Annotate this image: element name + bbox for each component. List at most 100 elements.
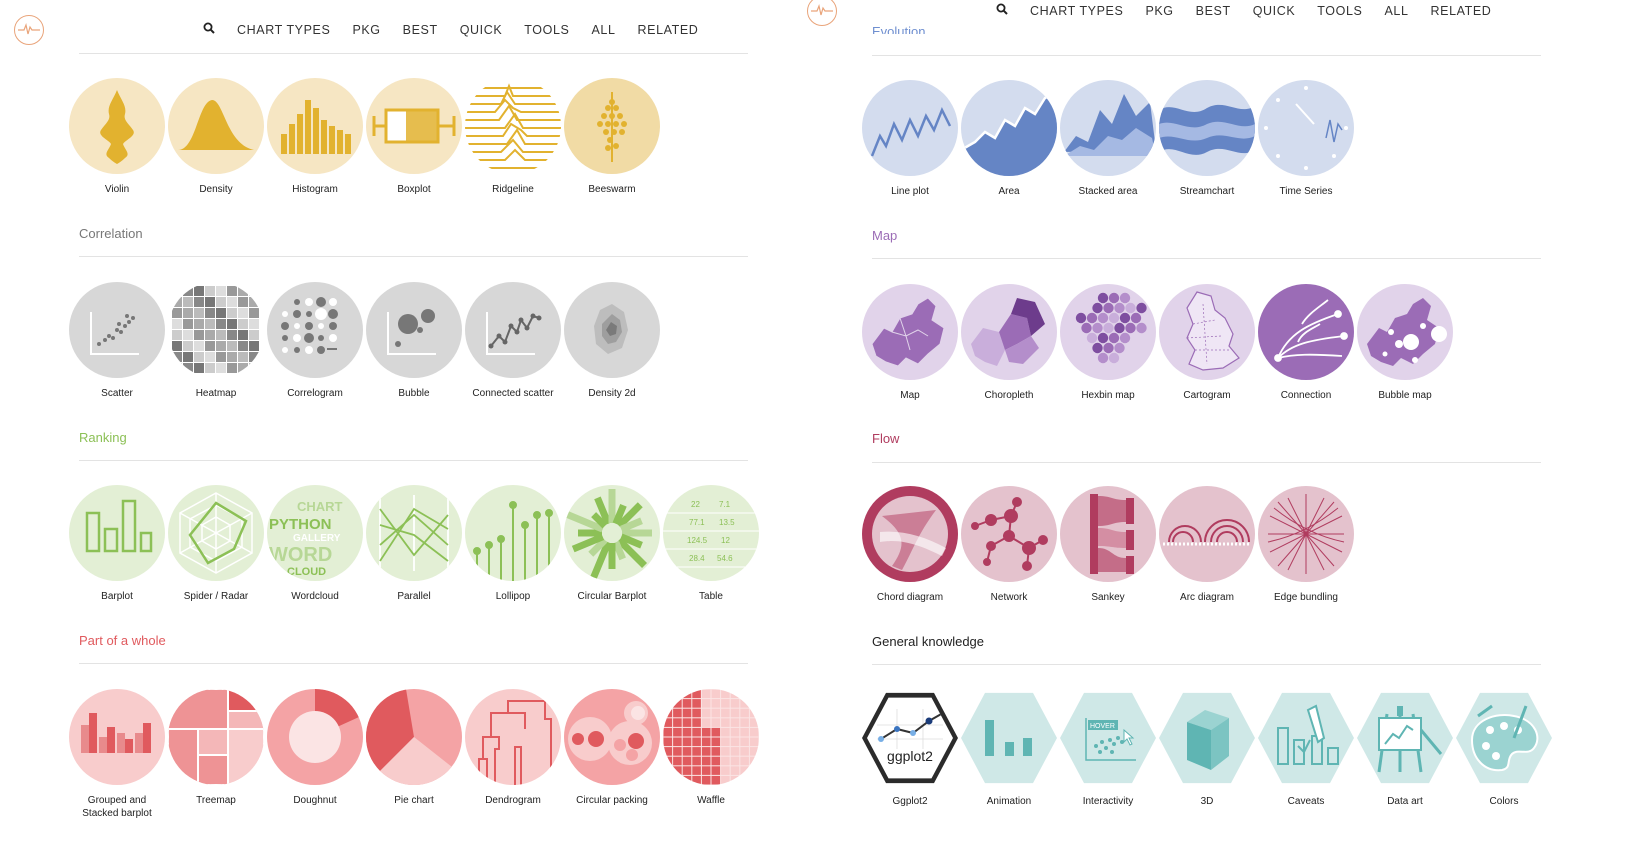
heatmap-cell <box>249 330 259 340</box>
chart-item-sankey[interactable]: Sankey <box>1058 486 1158 604</box>
nav-tools[interactable]: TOOLS <box>524 23 569 37</box>
area-icon <box>961 80 1057 176</box>
chart-item-waffle[interactable]: Waffle <box>661 689 761 807</box>
waffle-cell <box>673 689 682 699</box>
chart-item-bubble-map[interactable]: Bubble map <box>1355 284 1455 402</box>
chart-label: Histogram <box>292 184 338 195</box>
chart-item-stacked-area[interactable]: Stacked area <box>1058 80 1158 198</box>
chart-label: Ridgeline <box>492 184 534 195</box>
chart-item-pie-chart[interactable]: Pie chart <box>364 689 464 807</box>
chart-item-barplot[interactable]: Barplot <box>67 485 167 603</box>
chart-item-correlogram[interactable]: Correlogram <box>265 282 365 400</box>
hexbin-cell <box>1086 312 1098 324</box>
nav-all[interactable]: ALL <box>1384 4 1408 18</box>
chart-item-ggplot2[interactable]: ggplot2 Ggplot2 <box>860 690 960 808</box>
nav-tools[interactable]: TOOLS <box>1317 4 1362 18</box>
heatmap-cell <box>227 330 237 340</box>
chart-item-chord-diagram[interactable]: Chord diagram <box>860 486 960 604</box>
chart-item-density-2d[interactable]: Density 2d <box>562 282 662 400</box>
heatmap-cell <box>216 308 226 318</box>
chart-item-3d[interactable]: 3D <box>1157 690 1257 808</box>
chart-item-spider-radar[interactable]: Spider / Radar <box>166 485 266 603</box>
nav-best[interactable]: BEST <box>1196 4 1231 18</box>
chart-item-circular-packing[interactable]: Circular packing <box>562 689 662 807</box>
chart-item-boxplot[interactable]: Boxplot <box>364 78 464 196</box>
waffle-cell <box>721 708 730 718</box>
chart-item-line-plot[interactable]: Line plot <box>860 80 960 198</box>
nav-pkg[interactable]: PKG <box>1145 4 1173 18</box>
chart-item-ridgeline[interactable]: Ridgeline <box>463 78 563 196</box>
wordcloud-word: PYTHON <box>269 516 332 533</box>
hexbin-cell <box>1103 342 1114 354</box>
nav-quick[interactable]: QUICK <box>460 23 503 37</box>
search-icon[interactable] <box>996 3 1008 18</box>
interactivity-icon: HOVER <box>1060 692 1156 784</box>
waffle-cell <box>701 689 711 699</box>
chart-item-colors[interactable]: Colors <box>1454 690 1554 808</box>
chart-item-treemap[interactable]: Treemap <box>166 689 266 807</box>
chart-item-lollipop[interactable]: Lollipop <box>463 485 563 603</box>
chart-item-area[interactable]: Area <box>959 80 1059 198</box>
chart-item-histogram[interactable]: Histogram <box>265 78 365 196</box>
waffle-cell <box>692 766 701 775</box>
chart-item-scatter[interactable]: Scatter <box>67 282 167 400</box>
wordcloud-word: GALLERY <box>293 533 341 544</box>
chart-label: Cartogram <box>1183 390 1231 401</box>
chart-item-choropleth[interactable]: Choropleth <box>959 284 1059 402</box>
chart-item-animation[interactable]: Animation <box>959 690 1059 808</box>
chart-item-network[interactable]: Network <box>959 486 1059 604</box>
logo-right[interactable] <box>807 0 837 26</box>
chart-item-doughnut[interactable]: Doughnut <box>265 689 365 807</box>
chart-item-connection[interactable]: Connection <box>1256 284 1356 402</box>
nav-related[interactable]: RELATED <box>1431 4 1492 18</box>
chart-label: Waffle <box>697 795 725 806</box>
chart-item-arc-diagram[interactable]: Arc diagram <box>1157 486 1257 604</box>
heatmap-cell <box>183 341 193 351</box>
waffle-cell <box>692 727 701 737</box>
nav-related[interactable]: RELATED <box>638 23 699 37</box>
nav-chart-types[interactable]: CHART TYPES <box>237 23 330 37</box>
chart-item-beeswarm[interactable]: Beeswarm <box>562 78 662 196</box>
chart-item-interactivity[interactable]: HOVER Interactivity <box>1058 690 1158 808</box>
chart-item-violin[interactable]: Violin <box>67 78 167 196</box>
table-cell: 22 <box>691 500 700 509</box>
waffle-cell <box>749 699 759 708</box>
heatmap-cell <box>194 319 204 329</box>
search-icon[interactable] <box>203 22 215 37</box>
heatmap-cell <box>205 352 215 362</box>
chart-item-dendrogram[interactable]: Dendrogram <box>463 689 563 807</box>
chart-item-parallel[interactable]: Parallel <box>364 485 464 603</box>
nav-all[interactable]: ALL <box>591 23 615 37</box>
chart-item-wordcloud[interactable]: CHART PYTHON GALLERY WORD CLOUD Wordclou… <box>265 485 365 603</box>
nav-best[interactable]: BEST <box>403 23 438 37</box>
waffle-cell <box>663 689 673 699</box>
chart-item-table[interactable]: 22 7.1 77.1 13.5 124.5 12 28.4 54.6 Tabl… <box>661 485 761 603</box>
chart-item-cartogram[interactable]: Cartogram <box>1157 284 1257 402</box>
chart-item-heatmap[interactable]: Heatmap <box>166 282 266 400</box>
chart-label: Grouped and Stacked barplot <box>82 795 152 819</box>
waffle-cell <box>721 699 730 708</box>
chart-item-caveats[interactable]: Caveats <box>1256 690 1356 808</box>
heatmap-cell <box>194 352 204 362</box>
chart-item-map[interactable]: Map <box>860 284 960 402</box>
chart-item-streamchart[interactable]: Streamchart <box>1157 80 1257 198</box>
nav-chart-types[interactable]: CHART TYPES <box>1030 4 1123 18</box>
chart-item-data-art[interactable]: Data art <box>1355 690 1455 808</box>
chart-item-grouped-stacked-barplot[interactable]: Grouped and Stacked barplot <box>67 689 167 820</box>
chart-item-edge-bundling[interactable]: Edge bundling <box>1256 486 1356 604</box>
hexbin-cell <box>1108 332 1120 344</box>
chart-item-circular-barplot[interactable]: Circular Barplot <box>562 485 662 603</box>
chart-item-time-series[interactable]: Time Series <box>1256 80 1356 198</box>
waffle-cell <box>663 766 673 775</box>
parallel-icon <box>366 485 462 581</box>
chart-item-bubble[interactable]: Bubble <box>364 282 464 400</box>
chart-item-connected-scatter[interactable]: Connected scatter <box>463 282 563 400</box>
chart-item-hexbin-map[interactable]: Hexbin map <box>1058 284 1158 402</box>
nav-quick[interactable]: QUICK <box>1253 4 1296 18</box>
correlogram-icon <box>267 282 363 378</box>
chart-label: Wordcloud <box>291 591 339 602</box>
waffle-cell <box>673 699 682 708</box>
logo-left[interactable] <box>14 15 44 45</box>
nav-pkg[interactable]: PKG <box>352 23 380 37</box>
chart-item-density[interactable]: Density <box>166 78 266 196</box>
